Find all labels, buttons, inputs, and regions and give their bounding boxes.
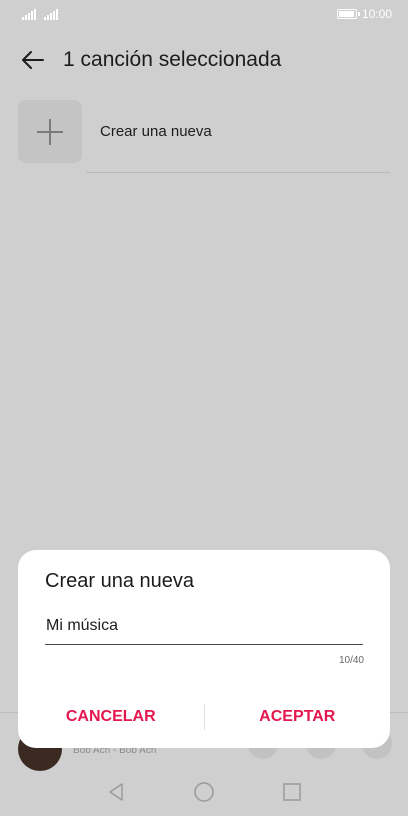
cancel-button[interactable]: CANCELAR — [18, 708, 204, 726]
page-title: 1 canción seleccionada — [63, 48, 282, 71]
create-new-playlist-row[interactable]: Crear una nueva — [18, 100, 390, 173]
plus-icon — [37, 118, 63, 145]
playlist-name-input[interactable] — [45, 615, 363, 641]
plus-tile — [18, 100, 82, 163]
battery-icon — [336, 9, 360, 19]
dialog-actions: CANCELAR ACEPTAR — [18, 702, 390, 732]
dialog-title: Crear una nueva — [45, 570, 194, 592]
signal-icon — [22, 8, 36, 20]
nav-recents-icon[interactable] — [281, 781, 303, 803]
header: 1 canción seleccionada — [0, 40, 408, 80]
signal-indicators — [22, 8, 58, 20]
divider — [86, 172, 390, 173]
create-new-label: Crear una nueva — [100, 123, 212, 140]
create-playlist-dialog: Crear una nueva 10/40 CANCELAR ACEPTAR — [18, 550, 390, 748]
navigation-bar — [0, 772, 408, 812]
nav-home-icon[interactable] — [193, 781, 215, 803]
playlist-name-field-wrapper — [45, 615, 363, 645]
accept-button[interactable]: ACEPTAR — [205, 708, 391, 726]
nav-back-icon[interactable] — [105, 781, 127, 803]
arrow-left-icon — [22, 51, 44, 69]
back-button[interactable] — [15, 43, 49, 77]
status-time: 10:00 — [361, 7, 392, 21]
status-bar: 10:00 — [0, 0, 408, 28]
signal-icon — [44, 8, 58, 20]
character-counter: 10/40 — [338, 655, 364, 666]
